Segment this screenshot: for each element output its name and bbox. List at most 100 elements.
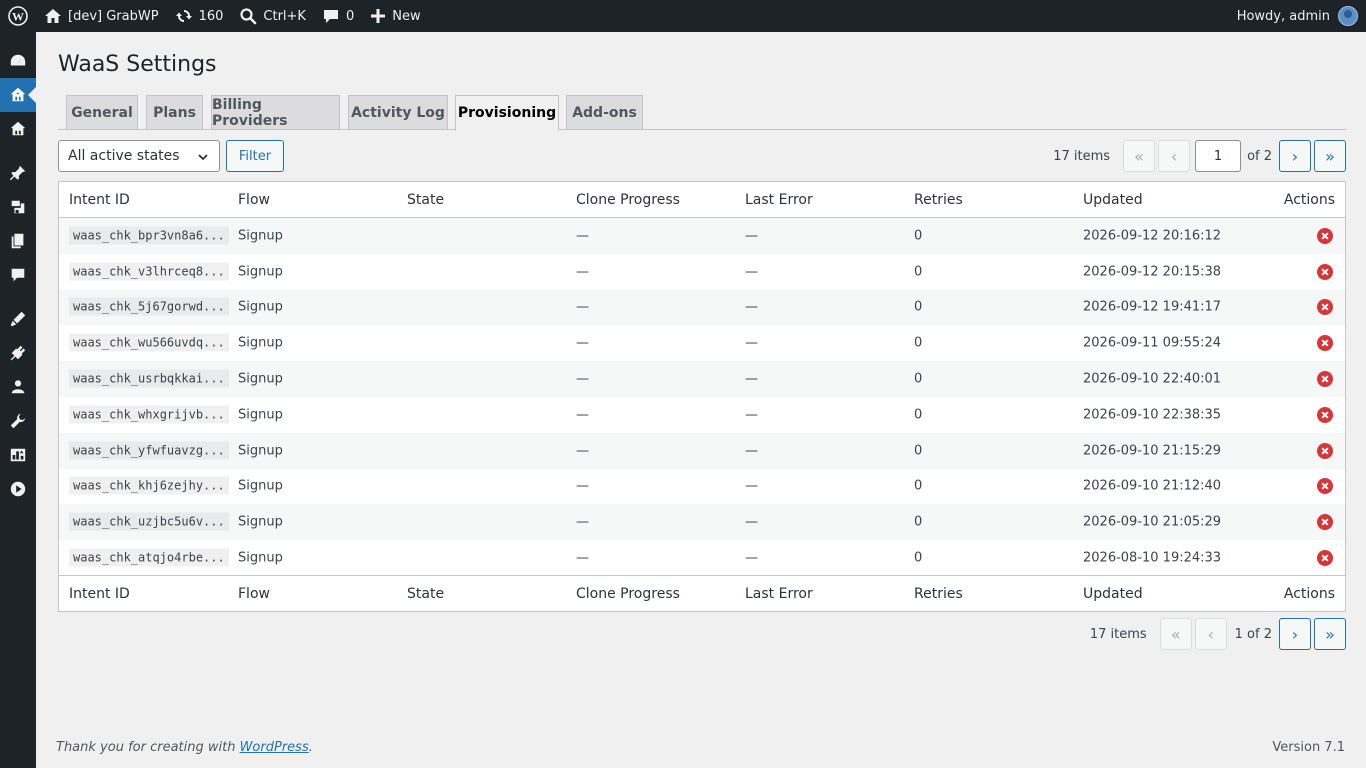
comments-icon[interactable] (0, 258, 36, 292)
tab-billing-providers[interactable]: Billing Providers (211, 95, 340, 130)
cell-retries-text: 0 (914, 264, 923, 280)
last-page-button[interactable]: » (1314, 140, 1346, 172)
prev-page-button[interactable]: ‹ (1158, 140, 1191, 172)
filter-button[interactable]: Filter (226, 140, 284, 172)
first-page-button[interactable]: « (1159, 618, 1192, 650)
cell-updated: 2026-09-10 21:12:40 (1083, 479, 1221, 494)
my-account-link[interactable]: Howdy, admin (1229, 0, 1366, 32)
cell-retries-text: 0 (914, 478, 923, 494)
pages-icon[interactable] (0, 224, 36, 258)
prev-page-button[interactable]: ‹ (1194, 618, 1227, 650)
appearance-icon[interactable] (0, 302, 36, 336)
col-actions: Actions (1283, 191, 1335, 208)
cell-actions (1317, 442, 1333, 459)
delete-icon[interactable] (1317, 227, 1333, 244)
cell-actions (1317, 371, 1333, 388)
cell-flow: Signup (238, 551, 283, 566)
users-icon[interactable] (0, 370, 36, 404)
cell-retries: 0 (914, 300, 922, 315)
col-state[interactable]: State (407, 586, 444, 602)
col-retries[interactable]: Retries (914, 192, 963, 208)
current-page-input[interactable]: 1 (1195, 140, 1242, 172)
delete-icon[interactable] (1317, 478, 1333, 495)
media-icon[interactable] (0, 190, 36, 224)
cell-updated-text: 2026-08-10 19:24:33 (1083, 550, 1222, 566)
state-filter-value: All active states (68, 148, 180, 164)
cell-clone-progress: — (576, 551, 589, 566)
cell-intent-id-text: waas_chk_v3lhrceq8... (69, 262, 229, 281)
next-page-button[interactable]: › (1279, 140, 1311, 172)
state-filter-select[interactable]: All active states (58, 140, 220, 172)
cell-flow: Signup (238, 300, 283, 315)
first-page-button[interactable]: « (1123, 140, 1156, 172)
plugins-icon[interactable] (0, 336, 36, 370)
col-state[interactable]: State (407, 192, 444, 208)
col-last-error[interactable]: Last Error (745, 586, 813, 602)
updates-link[interactable]: 160 (167, 0, 232, 32)
cell-last-error-text: — (745, 407, 758, 423)
col-retries[interactable]: Retries (914, 586, 963, 602)
comments-link[interactable]: 0 (314, 0, 362, 32)
footer-thanks-prefix: Thank you for creating with (56, 740, 240, 755)
last-page-button[interactable]: » (1314, 618, 1346, 650)
col-flow[interactable]: Flow (238, 586, 270, 602)
cell-clone-progress-text: — (576, 443, 589, 459)
tab-general[interactable]: General (66, 95, 138, 130)
col-clone-progress[interactable]: Clone Progress (576, 586, 680, 602)
cell-last-error: — (745, 300, 758, 315)
cell-clone-progress: — (576, 228, 589, 243)
search-link[interactable]: Ctrl+K (231, 0, 314, 32)
delete-icon[interactable] (1317, 442, 1333, 459)
cell-intent-id-text: waas_chk_5j67gorwd... (69, 297, 229, 316)
col-flow[interactable]: Flow (238, 192, 270, 208)
network-icon[interactable] (0, 112, 36, 146)
cell-retries: 0 (914, 515, 922, 530)
delete-icon[interactable] (1317, 299, 1333, 316)
col-updated[interactable]: Updated (1083, 192, 1143, 208)
cell-updated-text: 2026-09-10 21:05:29 (1083, 514, 1222, 530)
delete-icon[interactable] (1317, 550, 1333, 567)
admin-sidebar (0, 32, 36, 768)
cell-intent-id-text: waas_chk_atqjo4rbe... (69, 548, 229, 567)
col-last-error[interactable]: Last Error (745, 192, 813, 208)
delete-icon[interactable] (1317, 371, 1333, 388)
delete-icon[interactable] (1317, 335, 1333, 352)
delete-icon[interactable] (1317, 514, 1333, 531)
col-updated[interactable]: Updated (1083, 586, 1143, 602)
tab-provisioning[interactable]: Provisioning (455, 95, 559, 131)
cell-clone-progress: — (576, 515, 589, 530)
pin-icon[interactable] (0, 156, 36, 190)
cell-clone-progress-text: — (576, 264, 589, 280)
settings-icon[interactable] (0, 438, 36, 472)
site-name-link[interactable]: [dev] GrabWP (36, 0, 167, 32)
cell-intent-id-text: waas_chk_whxgrijvb... (69, 405, 229, 424)
col-intent-id[interactable]: Intent ID (69, 192, 130, 208)
tools-icon[interactable] (0, 404, 36, 438)
delete-icon[interactable] (1317, 406, 1333, 423)
tab-activity-log[interactable]: Activity Log (348, 95, 448, 130)
cell-intent-id-text: waas_chk_bpr3vn8a6... (69, 226, 229, 245)
tab-plans[interactable]: Plans (146, 95, 203, 130)
col-clone-progress[interactable]: Clone Progress (576, 192, 680, 208)
play-icon[interactable] (0, 472, 36, 506)
tab-add-ons[interactable]: Add-ons (566, 95, 643, 130)
table-body: waas_chk_bpr3vn8a6... Signup — — 0 2026-09-12… (59, 218, 1345, 576)
new-content-link[interactable]: New (362, 0, 428, 32)
waas-icon[interactable] (0, 78, 36, 112)
cell-actions (1317, 299, 1333, 316)
cell-updated: 2026-09-10 21:15:29 (1083, 443, 1221, 458)
wordpress-link[interactable]: WordPress (240, 740, 309, 755)
col-intent-id[interactable]: Intent ID (69, 586, 130, 602)
table-row: waas_chk_wu566uvdq... Signup — — 0 2026-09-11… (59, 325, 1345, 361)
cell-clone-progress: — (576, 336, 589, 351)
cell-updated-text: 2026-09-10 22:40:01 (1083, 371, 1222, 387)
items-count: 17 items (1089, 626, 1147, 642)
table-row: waas_chk_bpr3vn8a6... Signup — — 0 2026-09-12… (59, 218, 1345, 254)
col-actions: Actions (1283, 585, 1335, 602)
dashboard-icon[interactable] (0, 44, 36, 78)
cell-flow-text: Signup (238, 514, 283, 530)
next-page-button[interactable]: › (1279, 618, 1311, 650)
wordpress-logo-icon[interactable]: W (0, 0, 36, 32)
cell-clone-progress: — (576, 372, 589, 387)
delete-icon[interactable] (1317, 263, 1333, 280)
